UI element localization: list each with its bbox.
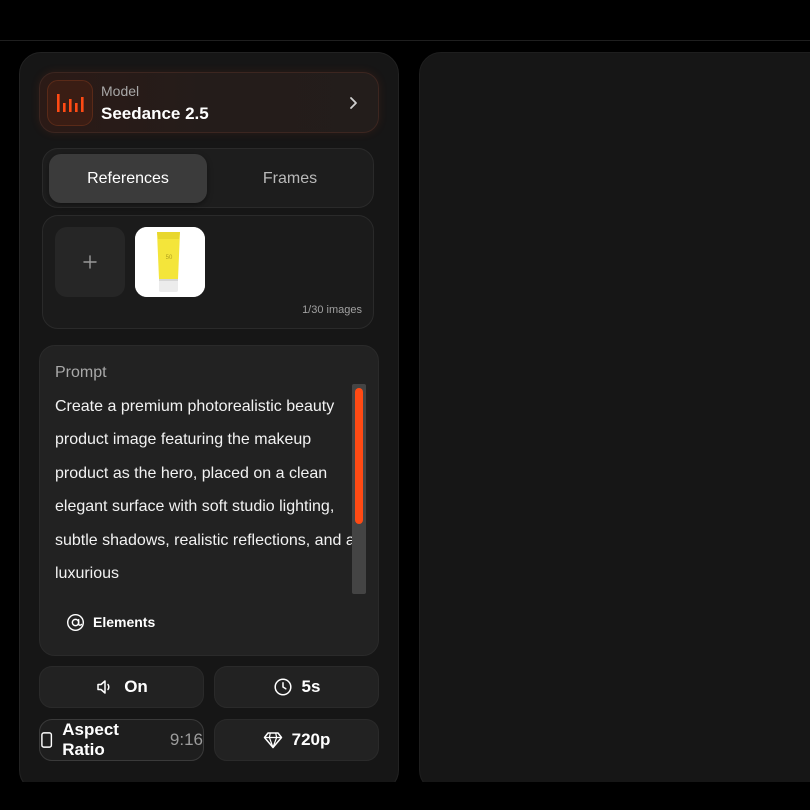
chevron-right-icon — [344, 93, 364, 113]
references-area: 50 1/30 images — [42, 215, 374, 329]
duration-value: 5s — [301, 677, 321, 696]
tab-references[interactable]: References — [49, 154, 207, 203]
clock-icon — [273, 678, 292, 696]
elements-label: Elements — [93, 614, 156, 630]
tab-frames[interactable]: Frames — [211, 154, 369, 203]
at-sign-icon — [66, 613, 85, 631]
top-divider — [0, 40, 810, 41]
svg-text:50: 50 — [166, 255, 173, 261]
aspect-value: 9:16 — [169, 730, 203, 749]
model-label: Model — [101, 83, 140, 99]
add-reference-button[interactable] — [55, 227, 125, 297]
duration-button[interactable]: 5s — [214, 666, 379, 708]
resolution-value: 720p — [291, 730, 331, 749]
scrollbar-thumb[interactable] — [355, 388, 363, 524]
audio-value: On — [124, 677, 148, 696]
resolution-button[interactable]: 720p — [214, 719, 379, 761]
model-selector[interactable]: Model Seedance 2.5 — [39, 72, 379, 133]
sunscreen-tube-thumbnail[interactable]: 50 — [135, 227, 205, 297]
aspect-ratio-button[interactable]: Aspect Ratio 9:16 — [39, 719, 204, 761]
phone-portrait-icon — [41, 732, 53, 748]
diamond-icon — [263, 732, 282, 749]
plus-icon — [83, 255, 97, 269]
prompt-box: Prompt Create a premium photorealistic b… — [39, 345, 379, 656]
speaker-icon — [97, 680, 110, 694]
prompt-label: Prompt — [55, 364, 107, 381]
prompt-scrollbar[interactable] — [352, 384, 366, 594]
bottom-strip — [0, 782, 810, 810]
model-name: Seedance 2.5 — [101, 104, 209, 123]
bars-logo-icon — [47, 80, 93, 126]
image-count: 1/30 images — [302, 304, 362, 316]
preview-canvas — [419, 52, 810, 792]
prompt-textarea[interactable]: Create a premium photorealistic beauty p… — [55, 390, 355, 596]
mode-tabs: References Frames — [42, 148, 374, 208]
aspect-label: Aspect Ratio — [62, 720, 119, 759]
elements-button[interactable]: Elements — [66, 610, 155, 634]
audio-toggle-button[interactable]: On — [39, 666, 204, 708]
